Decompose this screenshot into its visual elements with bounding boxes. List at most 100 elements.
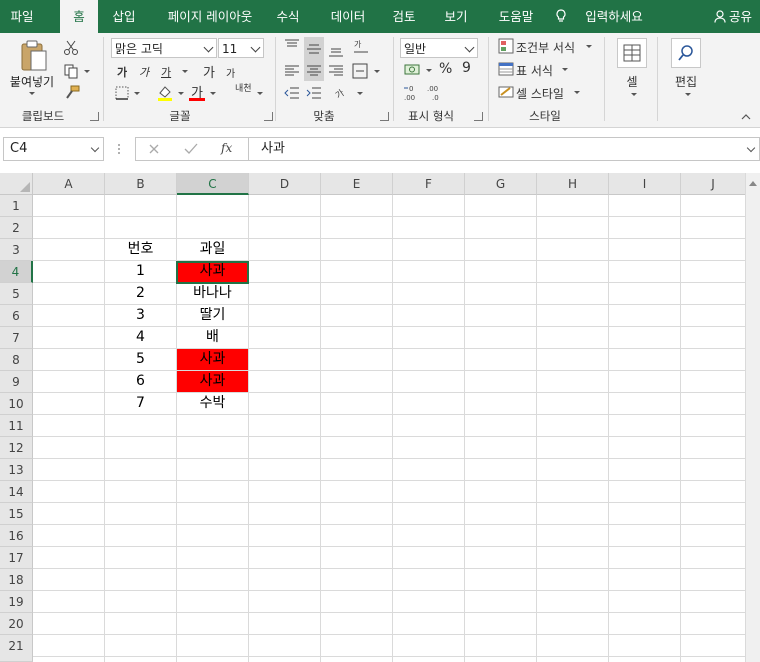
select-all-corner[interactable] (0, 173, 33, 195)
column-header-g[interactable]: G (465, 173, 537, 195)
row-header[interactable]: 2 (0, 217, 33, 239)
row-header[interactable]: 7 (0, 327, 33, 349)
format-painter-icon[interactable] (63, 85, 81, 101)
paste-icon[interactable] (19, 39, 49, 73)
cell-c10[interactable]: 수박 (177, 393, 249, 415)
format-as-table-icon[interactable] (498, 61, 514, 77)
row-header[interactable]: 11 (0, 415, 33, 437)
accounting-dropdown-arrow[interactable] (426, 69, 432, 72)
underline-button[interactable]: 가 (161, 64, 171, 80)
row-header[interactable]: 21 (0, 635, 33, 662)
row-header[interactable]: 4 (0, 261, 33, 283)
cell-b7[interactable]: 4 (105, 327, 177, 349)
cancel-icon[interactable] (148, 143, 160, 155)
increase-decimal-icon[interactable]: 0.00 (403, 84, 423, 102)
column-header-j[interactable]: J (681, 173, 746, 195)
row-header[interactable]: 10 (0, 393, 33, 415)
clipboard-launcher[interactable] (90, 112, 99, 121)
row-header[interactable]: 18 (0, 569, 33, 591)
italic-button[interactable]: 가 (139, 64, 149, 80)
scroll-up-icon[interactable] (749, 181, 757, 186)
decrease-decimal-icon[interactable]: .00.0 (426, 84, 446, 102)
font-name-select[interactable]: 맑은 고딕 (111, 38, 217, 58)
conditional-dropdown-arrow[interactable] (586, 45, 592, 48)
fill-color-icon[interactable] (157, 84, 173, 102)
row-header[interactable]: 14 (0, 481, 33, 503)
cell-b4[interactable]: 1 (105, 261, 177, 283)
increase-indent-icon[interactable] (306, 86, 322, 100)
row-header[interactable]: 16 (0, 525, 33, 547)
align-center-icon[interactable] (306, 64, 322, 78)
tab-home[interactable]: 홈 (60, 0, 98, 33)
middle-align-icon[interactable] (306, 43, 322, 55)
borders-dropdown-arrow[interactable] (134, 92, 140, 95)
insert-function-button[interactable]: fx (221, 141, 232, 155)
cell-styles-icon[interactable] (498, 84, 514, 100)
row-header[interactable]: 3 (0, 239, 33, 261)
merge-dropdown-arrow[interactable] (374, 70, 380, 73)
align-left-icon[interactable] (284, 64, 300, 78)
tab-formulas[interactable]: 수식 (268, 0, 308, 33)
shrink-font-button[interactable]: 가 (226, 65, 235, 80)
cell-c8[interactable]: 사과 (177, 349, 249, 371)
tab-file[interactable]: 파일 (0, 0, 44, 33)
row-header[interactable]: 6 (0, 305, 33, 327)
align-right-icon[interactable] (328, 64, 344, 78)
row-header[interactable]: 9 (0, 371, 33, 393)
collapse-ribbon-icon[interactable] (740, 113, 752, 121)
cell-b9[interactable]: 6 (105, 371, 177, 393)
alignment-launcher[interactable] (380, 112, 389, 121)
vertical-scrollbar[interactable] (745, 173, 760, 662)
cell-b3[interactable]: 번호 (105, 239, 177, 261)
column-header-a[interactable]: A (33, 173, 105, 195)
cut-icon[interactable] (63, 40, 79, 56)
conditional-formatting-icon[interactable] (498, 38, 514, 54)
row-header[interactable]: 1 (0, 195, 33, 217)
cell-c9[interactable]: 사과 (177, 371, 249, 393)
row-header[interactable]: 5 (0, 283, 33, 305)
cell-b5[interactable]: 2 (105, 283, 177, 305)
tab-insert[interactable]: 삽입 (104, 0, 144, 33)
tab-review[interactable]: 검토 (384, 0, 424, 33)
tab-page-layout[interactable]: 페이지 레이아웃 (153, 0, 267, 33)
row-header[interactable]: 8 (0, 349, 33, 371)
borders-icon[interactable] (115, 86, 129, 100)
grow-font-button[interactable]: 가 (203, 62, 215, 81)
tab-data[interactable]: 데이터 (322, 0, 374, 33)
cell-c5[interactable]: 바나나 (177, 283, 249, 305)
editing-button[interactable] (671, 38, 701, 68)
row-header[interactable]: 19 (0, 591, 33, 613)
bold-button[interactable]: 가 (117, 64, 127, 80)
copy-dropdown-arrow[interactable] (84, 70, 90, 73)
format-as-table-button[interactable]: 표 서식 (516, 62, 553, 79)
row-header[interactable]: 12 (0, 437, 33, 459)
column-header-f[interactable]: F (393, 173, 465, 195)
tell-me-search[interactable]: 입력하세요 (578, 0, 650, 33)
phonetic-button[interactable]: 내천 (235, 81, 252, 94)
enter-check-icon[interactable] (184, 143, 198, 155)
editing-dropdown-arrow[interactable] (685, 93, 691, 96)
cell-b8[interactable]: 5 (105, 349, 177, 371)
paste-button[interactable]: 붙여넣기 (6, 73, 58, 95)
tab-view[interactable]: 보기 (436, 0, 476, 33)
font-size-select[interactable]: 11 (218, 38, 264, 58)
bottom-align-icon[interactable] (328, 45, 344, 57)
name-box[interactable]: C4 (3, 137, 104, 161)
font-color-dropdown-arrow[interactable] (210, 92, 216, 95)
merge-center-icon[interactable] (352, 63, 368, 79)
row-header[interactable]: 17 (0, 547, 33, 569)
percent-style-button[interactable]: % (439, 61, 452, 77)
table-dropdown-arrow[interactable] (562, 68, 568, 71)
fill-color-dropdown-arrow[interactable] (178, 92, 184, 95)
formula-input[interactable]: 사과 (248, 137, 760, 161)
row-header[interactable]: 15 (0, 503, 33, 525)
top-align-icon[interactable] (284, 39, 300, 51)
cell-styles-button[interactable]: 셀 스타일 (516, 85, 564, 102)
decrease-indent-icon[interactable] (284, 86, 300, 100)
phonetic-dropdown-arrow[interactable] (257, 92, 263, 95)
column-header-d[interactable]: D (249, 173, 321, 195)
column-header-c[interactable]: C (177, 173, 249, 195)
tab-help[interactable]: 도움말 (488, 0, 544, 33)
column-header-i[interactable]: I (609, 173, 681, 195)
comma-style-button[interactable]: 9 (462, 60, 471, 76)
